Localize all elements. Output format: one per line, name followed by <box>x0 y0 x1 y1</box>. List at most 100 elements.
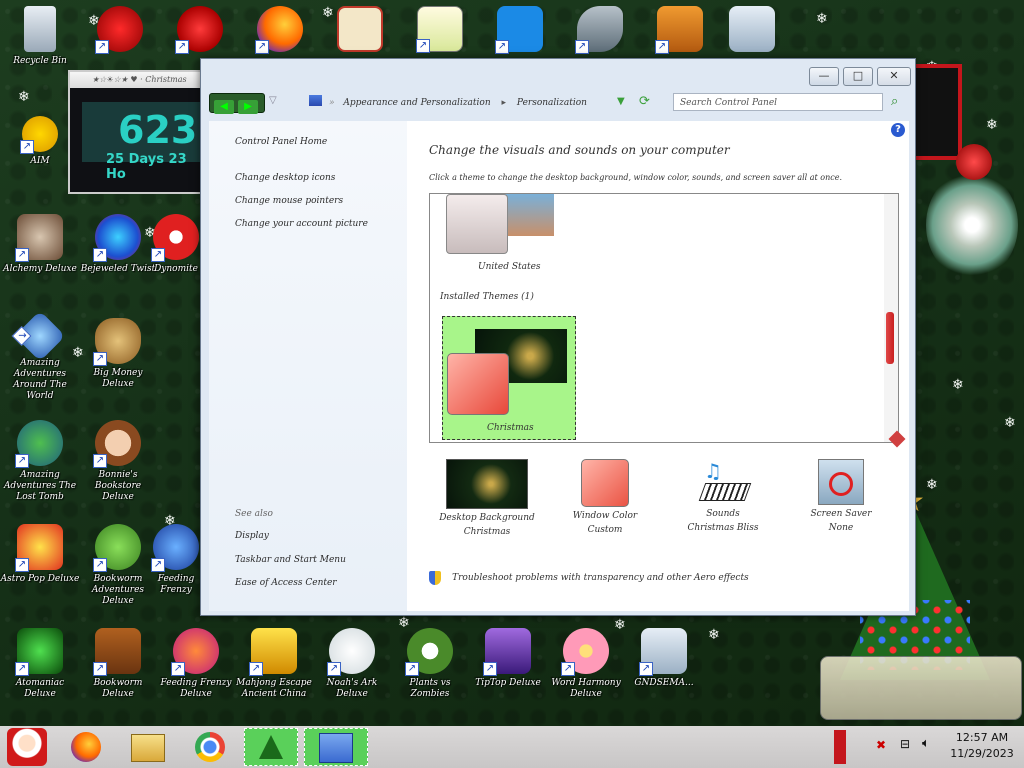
desktop-icon-bookworm-adventures[interactable]: ↗ Bookworm Adventures Deluxe <box>78 524 158 614</box>
minimize-button[interactable]: — <box>809 67 839 86</box>
network-error-icon[interactable]: ✖ <box>876 738 886 752</box>
search-input[interactable]: Search Control Panel <box>673 93 883 111</box>
desktop-icon-word-harmony[interactable]: ↗ Word Harmony Deluxe <box>546 628 626 718</box>
desktop-icon-alchemy[interactable]: ↗ Alchemy Deluxe <box>0 214 80 304</box>
taskbar-file-explorer[interactable] <box>122 728 174 766</box>
desktop-icon-gndsema[interactable]: ↗ GNDSEMA... <box>624 628 704 718</box>
shortcut-arrow-icon: ↗ <box>575 40 589 54</box>
breadcrumb-appearance[interactable]: Appearance and Personalization <box>343 98 490 108</box>
shortcut-arrow-icon: ↗ <box>20 140 34 154</box>
change-mouse-pointers-link[interactable]: Change mouse pointers <box>235 196 343 206</box>
recent-pages-dropdown[interactable]: ▽ <box>269 95 277 106</box>
desktop-icon-bookworm[interactable]: ↗ Bookworm Deluxe <box>78 628 158 718</box>
back-button[interactable]: ◀ <box>214 100 234 114</box>
refresh-icon[interactable]: ⟳ <box>639 94 650 109</box>
globe-icon: ↗ <box>15 420 63 468</box>
shortcut-arrow-icon: ↗ <box>151 248 165 262</box>
shortcut-arrow-icon: ↗ <box>151 558 165 572</box>
desktop-icon-astropop[interactable]: ↗ Astro Pop Deluxe <box>0 524 80 614</box>
shortcut-arrow-icon: ↗ <box>15 248 29 262</box>
start-button[interactable] <box>0 728 54 766</box>
window-color-value: Custom <box>587 525 623 535</box>
troubleshoot-link[interactable]: Troubleshoot problems with transparency … <box>452 573 749 583</box>
sounds-setting[interactable]: ♫ Sounds Christmas Bliss <box>673 459 773 533</box>
scrollbar-thumb[interactable] <box>886 312 894 364</box>
troubleshoot-row[interactable]: Troubleshoot problems with transparency … <box>429 567 749 585</box>
desktop-icon-noahs-ark[interactable]: ↗ Noah's Ark Deluxe <box>312 628 392 718</box>
shortcut-arrow-icon: ↗ <box>15 558 29 572</box>
control-panel-home-link[interactable]: Control Panel Home <box>235 137 327 147</box>
ease-of-access-link[interactable]: Ease of Access Center <box>235 578 337 588</box>
theme-christmas[interactable]: Christmas <box>442 316 576 440</box>
desktop-icon-amazing-adventures-world[interactable]: ↗ Amazing Adventures Around The World <box>0 310 80 408</box>
torii-gate-icon <box>337 6 383 52</box>
personalization-window[interactable]: — □ ✕ ◀ ▶ ▽ » Appearance and Personalizat… <box>200 58 916 616</box>
screen-saver-label: Screen Saver <box>810 509 872 519</box>
desktop-icon-big-money[interactable]: ↗ Big Money Deluxe <box>78 318 158 408</box>
close-button[interactable]: ✕ <box>877 67 911 86</box>
shortcut-arrow-icon: ↗ <box>561 662 575 676</box>
window-titlebar[interactable] <box>201 59 915 85</box>
window-app-icon: ↗ <box>639 628 687 676</box>
network-icon[interactable]: ⊟ <box>900 737 910 751</box>
taskbar-clock[interactable]: 12:57 AM 11/29/2023 <box>946 730 1018 762</box>
snowflake: ❄ <box>952 377 964 393</box>
change-account-picture-link[interactable]: Change your account picture <box>235 219 368 229</box>
shield-icon <box>429 570 441 585</box>
countdown-gadget[interactable]: ★☆☀☆★ ♥ · Christmas 623 25 Days 23 Ho <box>68 70 232 194</box>
taskbar-control-panel[interactable] <box>304 728 368 766</box>
breadcrumb-personalization[interactable]: Personalization <box>517 98 587 108</box>
desktop-icon-feeding-frenzy[interactable]: ↗ Feeding Frenzy <box>148 524 204 614</box>
theme-christmas-label: Christmas <box>487 423 534 433</box>
desktop-icon-plants-vs-zombies[interactable]: ↗ Plants vs Zombies <box>390 628 470 718</box>
desktop-icon-feeding-frenzy-deluxe[interactable]: ↗ Feeding Frenzy Deluxe <box>156 628 236 718</box>
window-app-icon <box>729 6 775 52</box>
screen-saver-setting[interactable]: Screen Saver None <box>791 459 891 533</box>
address-dropdown-icon[interactable]: ▼ <box>617 96 625 107</box>
show-hidden-icons[interactable] <box>834 730 846 764</box>
desktop-icon-bejeweled[interactable]: ↗ Bejeweled Twist <box>78 214 158 304</box>
snowflake: ❄ <box>986 117 998 133</box>
shortcut-arrow-icon: ↗ <box>327 662 341 676</box>
block-cube-icon: ↗ <box>655 6 703 54</box>
volume-icon[interactable]: 🔈︎ <box>922 736 930 751</box>
desktop-background-setting[interactable]: Desktop Background Christmas <box>437 459 537 537</box>
recycle-bin-icon <box>24 6 56 52</box>
snowflake: ❄ <box>816 11 828 27</box>
taskbar-firefox[interactable] <box>60 728 112 766</box>
screen-saver-value: None <box>828 523 854 533</box>
shortcut-arrow-icon: ↗ <box>483 662 497 676</box>
maximize-button[interactable]: □ <box>843 67 873 86</box>
shortcut-arrow-icon: ↗ <box>15 454 29 468</box>
see-also-heading: See also <box>235 509 273 519</box>
taskbar-chrome[interactable] <box>184 728 236 766</box>
taskbar-start-menu-link[interactable]: Taskbar and Start Menu <box>235 555 346 565</box>
desktop-icon-atomaniac[interactable]: ↗ Atomaniac Deluxe <box>0 628 80 718</box>
atom-icon: ↗ <box>15 628 63 676</box>
shortcut-arrow-icon: ↗ <box>416 39 430 53</box>
desktop-background-label: Desktop Background <box>439 513 535 523</box>
shortcut-arrow-icon: ↗ <box>171 662 185 676</box>
desktop-background-value: Christmas <box>463 527 511 537</box>
theme-united-states[interactable]: United States <box>444 194 574 276</box>
nav-buttons: ◀ ▶ <box>209 93 265 114</box>
shortcut-arrow-icon: ↗ <box>639 662 653 676</box>
snowflake: ❄ <box>926 477 938 493</box>
taskbar-christmas-countdown[interactable] <box>244 728 298 766</box>
desktop-icon-mahjong-escape[interactable]: ↗ Mahjong Escape Ancient China <box>234 628 314 718</box>
forward-button[interactable]: ▶ <box>238 100 258 114</box>
window-color-setting[interactable]: Window Color Custom <box>555 459 655 535</box>
desktop-icon-amazing-adventures-tomb[interactable]: ↗ Amazing Adventures The Lost Tomb <box>0 420 80 510</box>
desktop-icon-tiptop[interactable]: ↗ TipTop Deluxe <box>468 628 548 718</box>
help-icon[interactable]: ? <box>891 123 905 137</box>
display-link[interactable]: Display <box>235 531 269 541</box>
desktop-icon-bonnies-bookstore[interactable]: ↗ Bonnie's Bookstore Deluxe <box>78 420 158 510</box>
search-icon[interactable]: ⌕ <box>891 94 898 109</box>
breadcrumb: » Appearance and Personalization ▸ Perso… <box>313 93 633 113</box>
united-states-color-swatch <box>446 194 508 254</box>
theme-list[interactable]: United States Installed Themes (1) Chris… <box>429 193 899 443</box>
change-desktop-icons-link[interactable]: Change desktop icons <box>235 173 335 183</box>
desktop-icon-dynomite[interactable]: ↗ Dynomite <box>148 214 204 304</box>
clock-time: 12:57 AM <box>955 731 1009 744</box>
theme-list-scrollbar[interactable] <box>884 194 898 442</box>
